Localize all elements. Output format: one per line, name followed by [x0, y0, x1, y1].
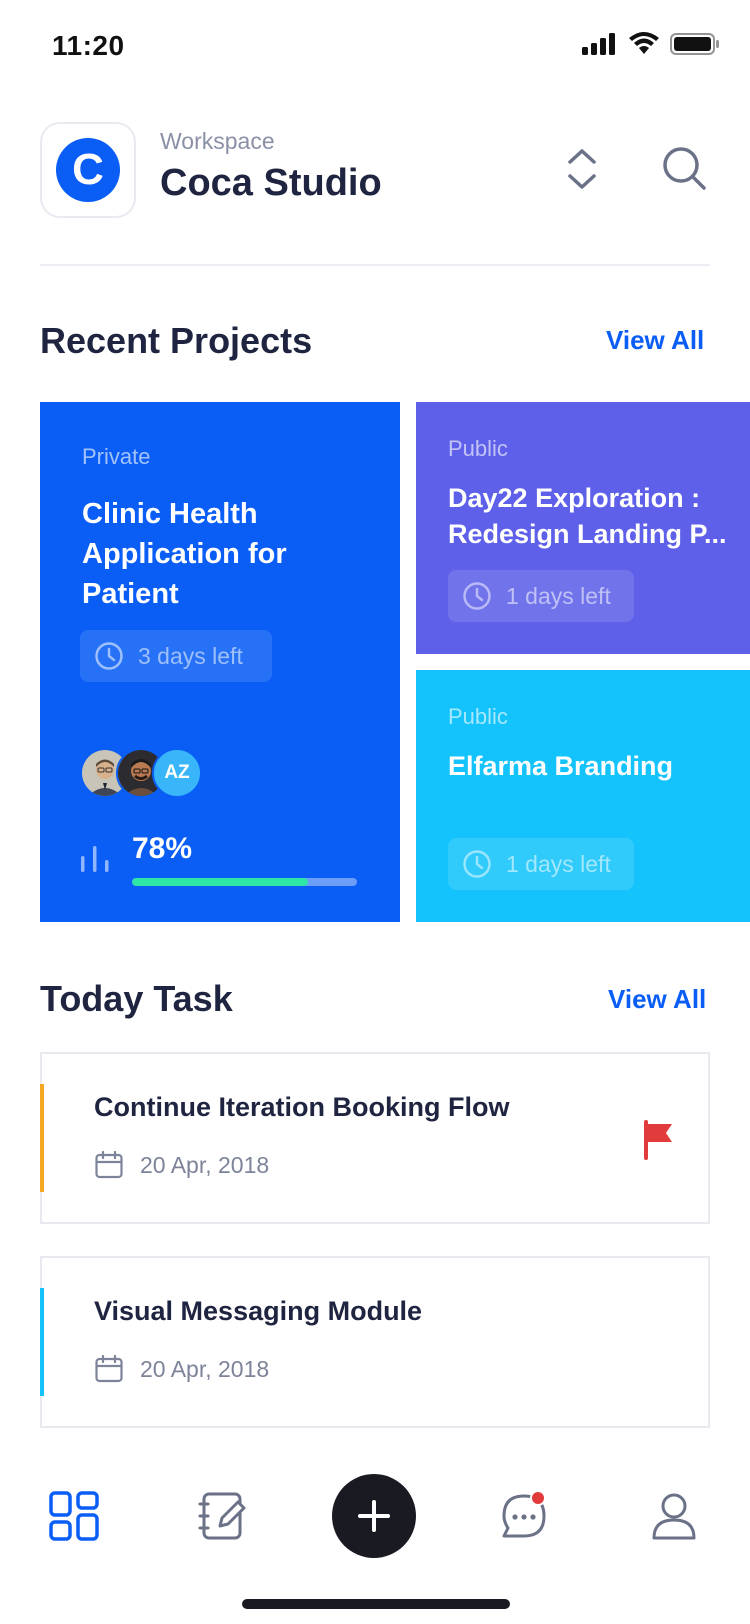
progress-fill: [132, 878, 308, 886]
recent-projects-view-all-link[interactable]: View All: [606, 325, 704, 356]
bottom-tab-bar: [0, 1470, 750, 1560]
task-title: Visual Messaging Module: [94, 1296, 423, 1326]
workspace-logo-letter: C: [56, 138, 120, 202]
project-progress: 78%: [80, 832, 360, 892]
recent-projects-title: Recent Projects: [40, 320, 313, 361]
status-bar: 11:20: [0, 0, 750, 96]
today-task-view-all-link[interactable]: View All: [608, 984, 706, 1015]
home-indicator[interactable]: [242, 1599, 510, 1609]
member-avatars[interactable]: AZ: [80, 748, 210, 798]
task-title: Continue Iteration Booking Flow: [94, 1092, 510, 1122]
status-icons: [582, 32, 720, 56]
project-title: Elfarma Branding: [448, 751, 674, 781]
task-card[interactable]: Continue Iteration Booking Flow 20 Apr, …: [40, 1052, 710, 1224]
workspace-kicker: Workspace: [160, 128, 275, 154]
progress-percent: 78%: [132, 832, 193, 865]
project-title: Clinic Health Application for Patient: [82, 498, 287, 610]
project-title: Day22 Exploration : Redesign Landing P..…: [448, 483, 727, 549]
dashboard-icon[interactable]: [48, 1490, 100, 1542]
search-icon[interactable]: [660, 144, 708, 192]
workspace-header: C Workspace Coca Studio: [40, 122, 710, 218]
deadline-text: 3 days left: [138, 642, 243, 669]
bar-chart-icon: [81, 846, 109, 872]
deadline-pill: 3 days left: [80, 630, 272, 682]
add-icon: [358, 1500, 390, 1532]
clock-icon: [463, 850, 491, 878]
flag-icon[interactable]: [642, 1120, 676, 1160]
workspace-logo[interactable]: C: [40, 122, 136, 218]
notes-icon[interactable]: [198, 1490, 250, 1542]
calendar-icon: [95, 1354, 123, 1383]
deadline-text: 1 days left: [506, 582, 611, 609]
header-divider: [40, 264, 710, 266]
project-visibility: Public: [448, 704, 508, 729]
task-date: 20 Apr, 2018: [140, 1355, 270, 1382]
today-task-title: Today Task: [40, 978, 233, 1019]
project-visibility: Private: [82, 444, 151, 469]
project-card-elfarma-branding[interactable]: Public Elfarma Branding 1 days left: [416, 670, 750, 922]
deadline-pill: 1 days left: [448, 838, 634, 890]
profile-icon[interactable]: [648, 1490, 700, 1542]
status-time: 11:20: [52, 30, 125, 61]
add-button[interactable]: [332, 1474, 416, 1558]
chat-icon[interactable]: [498, 1490, 550, 1542]
clock-icon: [95, 642, 123, 670]
battery-icon: [670, 33, 719, 55]
task-card[interactable]: Visual Messaging Module 20 Apr, 2018: [40, 1256, 710, 1428]
task-priority-accent: [40, 1084, 44, 1192]
chevron-up-down-icon[interactable]: [562, 144, 602, 194]
workspace-name[interactable]: Coca Studio: [160, 162, 382, 205]
deadline-text: 1 days left: [506, 850, 611, 877]
project-visibility: Public: [448, 436, 508, 461]
wifi-icon: [629, 32, 659, 54]
signal-icon: [582, 33, 615, 55]
project-card-day22-exploration[interactable]: Public Day22 Exploration : Redesign Land…: [416, 402, 750, 654]
avatar-initials: AZ: [152, 748, 202, 798]
calendar-icon: [95, 1150, 123, 1179]
task-priority-accent: [40, 1288, 44, 1396]
task-date-row: 20 Apr, 2018: [94, 1354, 269, 1384]
progress-bar: [132, 878, 357, 886]
task-date-row: 20 Apr, 2018: [94, 1150, 269, 1180]
task-date: 20 Apr, 2018: [140, 1151, 270, 1178]
deadline-pill: 1 days left: [448, 570, 634, 622]
clock-icon: [463, 582, 491, 610]
